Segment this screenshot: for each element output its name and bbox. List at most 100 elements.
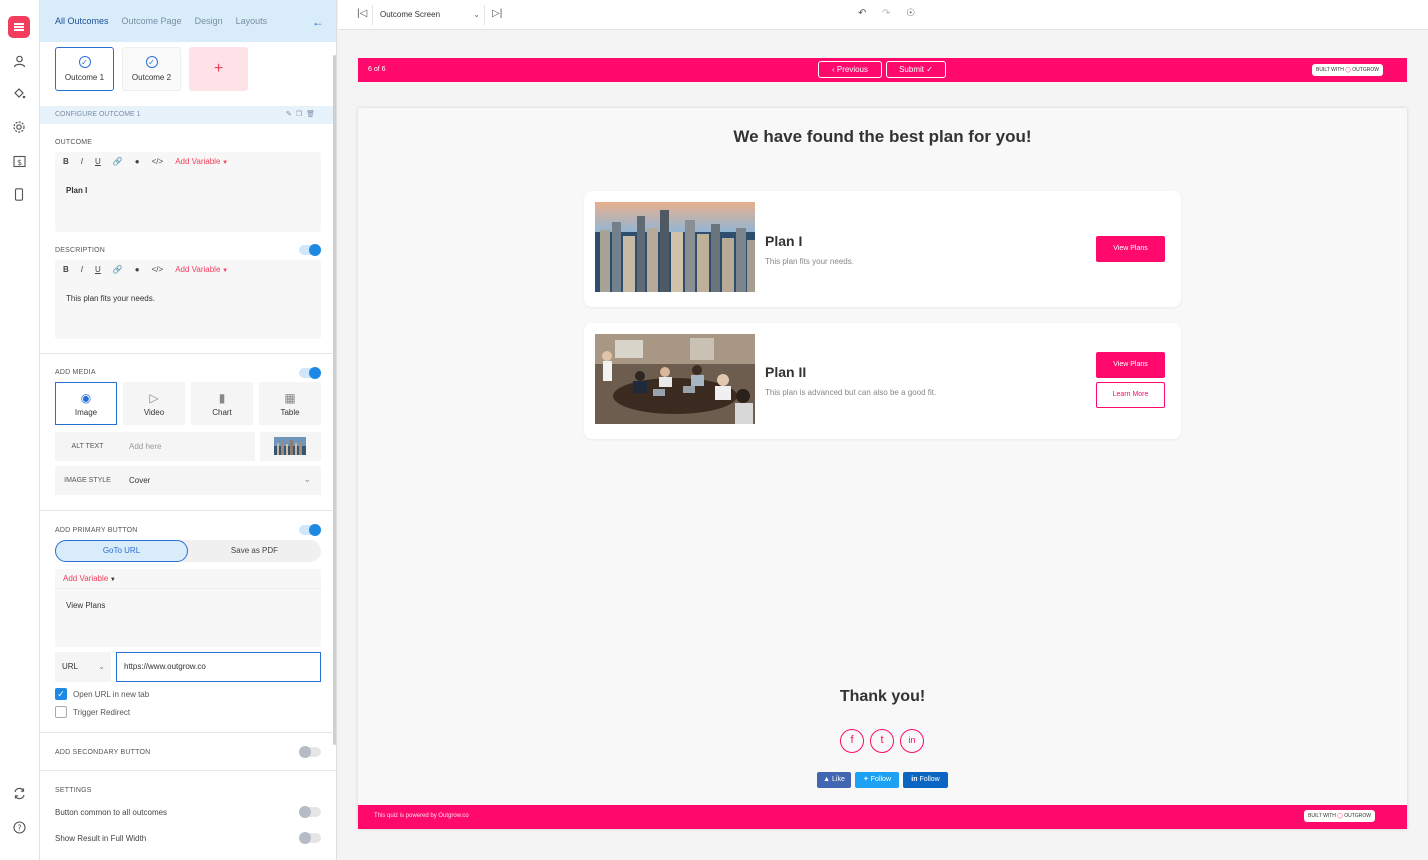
plan-2-learn-more-button[interactable]: Learn More [1096, 382, 1165, 408]
setting-common-toggle[interactable] [299, 806, 321, 818]
button-text: View Plans [66, 601, 106, 610]
tab-design[interactable]: Design [195, 16, 223, 26]
outcome-card-1[interactable]: ✓ Outcome 1 [55, 47, 114, 91]
undo-icon[interactable]: ↶ [858, 8, 866, 19]
facebook-icon[interactable]: f [840, 729, 864, 753]
linkedin-follow-button[interactable]: in Follow [903, 772, 948, 788]
add-variable-dropdown[interactable]: Add Variable [63, 574, 108, 583]
add-media-toggle[interactable] [299, 367, 321, 379]
media-video-option[interactable]: ▷ Video [123, 382, 185, 425]
plan-2-view-plans-button[interactable]: View Plans [1096, 352, 1165, 378]
panel-scrollbar[interactable] [333, 55, 336, 745]
chevron-down-icon: ▼ [220, 268, 229, 274]
footer-built-with-badge[interactable]: BUILT WITH ◯ OUTGROW [1304, 810, 1375, 822]
link-icon[interactable]: 🔗 [113, 265, 123, 274]
back-arrow-icon[interactable]: ← [312, 15, 324, 29]
video-icon: ▷ [149, 390, 159, 405]
tab-layouts[interactable]: Layouts [236, 16, 268, 26]
screen-select-value: Outcome Screen [380, 10, 441, 19]
screen-select[interactable]: Outcome Screen ⌄ [372, 5, 485, 25]
twitter-follow-button[interactable]: ✦ Follow [855, 772, 899, 788]
add-outcome-button[interactable]: + [189, 47, 248, 91]
edit-icon[interactable]: ✎ [286, 111, 296, 118]
configure-outcome-bar: CONFIGURE OUTCOME 1 ✎❐🗑 [40, 106, 336, 124]
secondary-button-toggle[interactable] [299, 746, 321, 758]
link-icon[interactable]: 🔗 [113, 157, 123, 166]
refresh-icon[interactable] [8, 782, 30, 804]
plan-card-1: Plan I This plan fits your needs. View P… [584, 191, 1181, 307]
primary-button-toggle[interactable] [299, 524, 321, 536]
twitter-bird-icon: ✦ [862, 776, 871, 783]
url-type-select[interactable]: URL ⌄ [55, 652, 111, 682]
gear-icon[interactable] [8, 116, 30, 138]
underline-icon[interactable]: U [95, 265, 101, 274]
color-drop-icon[interactable]: ● [135, 265, 140, 274]
previous-button[interactable]: ‹ Previous [818, 61, 882, 78]
follow-label: Follow [870, 776, 892, 783]
save-pdf-option[interactable]: Save as PDF [188, 540, 321, 562]
thank-you-heading: Thank you! [839, 688, 926, 705]
first-screen-icon[interactable]: |◁ [357, 8, 367, 19]
underline-icon[interactable]: U [95, 157, 101, 166]
outcome-editor[interactable]: B I U 🔗 ● </> Add Variable ▼ Plan I [55, 152, 321, 232]
media-chart-option[interactable]: ▮ Chart [191, 382, 253, 425]
paint-bucket-icon[interactable] [8, 82, 30, 104]
dollar-icon[interactable]: $ [8, 150, 30, 172]
user-icon[interactable] [8, 50, 30, 72]
trigger-redirect-checkbox[interactable] [55, 706, 67, 718]
bold-icon[interactable]: B [63, 265, 69, 274]
tab-outcome-page[interactable]: Outcome Page [122, 16, 182, 26]
media-image-option[interactable]: ◉ Image [55, 382, 117, 425]
bold-icon[interactable]: B [63, 157, 69, 166]
twitter-icon[interactable]: t [870, 729, 894, 753]
built-with-badge[interactable]: BUILT WITH ◯ OUTGROW [1312, 64, 1383, 76]
delete-icon[interactable]: 🗑 [306, 111, 319, 118]
check-icon: ✓ [923, 65, 933, 74]
open-new-tab-label: Open URL in new tab [73, 690, 150, 699]
code-icon[interactable]: </> [152, 157, 164, 166]
brand-text: OUTGROW [1344, 813, 1371, 819]
redo-icon[interactable]: ↷ [882, 8, 890, 19]
secondary-button-label: ADD SECONDARY BUTTON [55, 749, 151, 756]
italic-icon[interactable]: I [81, 157, 83, 166]
image-thumbnail-box[interactable] [260, 432, 321, 461]
quiz-footer: This quiz is powered by Outgrow.co BUILT… [358, 805, 1407, 829]
url-input[interactable]: https://www.outgrow.co [116, 652, 321, 682]
code-icon[interactable]: </> [152, 265, 164, 274]
submit-button[interactable]: Submit ✓ [886, 61, 946, 78]
check-circle-icon: ✓ [78, 56, 91, 68]
divider [40, 770, 336, 771]
logo-icon[interactable] [8, 16, 30, 38]
configure-outcome-title: CONFIGURE OUTCOME 1 [55, 111, 141, 118]
add-variable-dropdown[interactable]: Add Variable [175, 265, 220, 274]
goto-url-option[interactable]: GoTo URL [55, 540, 188, 562]
image-thumbnail [274, 437, 306, 455]
italic-icon[interactable]: I [81, 265, 83, 274]
add-variable-dropdown[interactable]: Add Variable [175, 157, 220, 166]
mobile-icon[interactable] [8, 183, 30, 205]
copy-icon[interactable]: ❐ [296, 111, 306, 118]
bar-chart-icon: ▮ [218, 390, 226, 405]
button-text-editor[interactable]: Add Variable ▼ View Plans [55, 569, 321, 647]
alt-text-input[interactable]: Add here [129, 432, 161, 461]
accessibility-icon[interactable]: ☉ [906, 8, 915, 19]
plan-1-view-plans-button[interactable]: View Plans [1096, 236, 1165, 262]
help-icon[interactable]: ? [8, 816, 30, 838]
last-screen-icon[interactable]: ▷| [492, 8, 502, 19]
media-table-option[interactable]: ▦ Table [259, 382, 321, 425]
facebook-like-button[interactable]: ▲ Like [817, 772, 851, 788]
tab-all-outcomes[interactable]: All Outcomes [55, 16, 109, 26]
linkedin-icon[interactable]: in [900, 729, 924, 753]
image-style-row[interactable]: IMAGE STYLE Cover ⌄ [55, 466, 321, 495]
like-label: Like [832, 776, 845, 783]
editor-toolbar: Add Variable ▼ [55, 569, 321, 589]
media-option-label: Chart [212, 407, 232, 417]
description-editor[interactable]: B I U 🔗 ● </> Add Variable ▼ This plan fits yo… [55, 260, 321, 339]
open-new-tab-checkbox[interactable]: ✓ [55, 688, 67, 700]
outcome-card-2[interactable]: ✓ Outcome 2 [122, 47, 181, 91]
chevron-down-icon: ▼ [108, 577, 116, 583]
description-toggle[interactable] [299, 244, 321, 256]
color-drop-icon[interactable]: ● [135, 157, 140, 166]
editor-toolbar: B I U 🔗 ● </> Add Variable ▼ [55, 152, 321, 172]
setting-full-width-toggle[interactable] [299, 832, 321, 844]
